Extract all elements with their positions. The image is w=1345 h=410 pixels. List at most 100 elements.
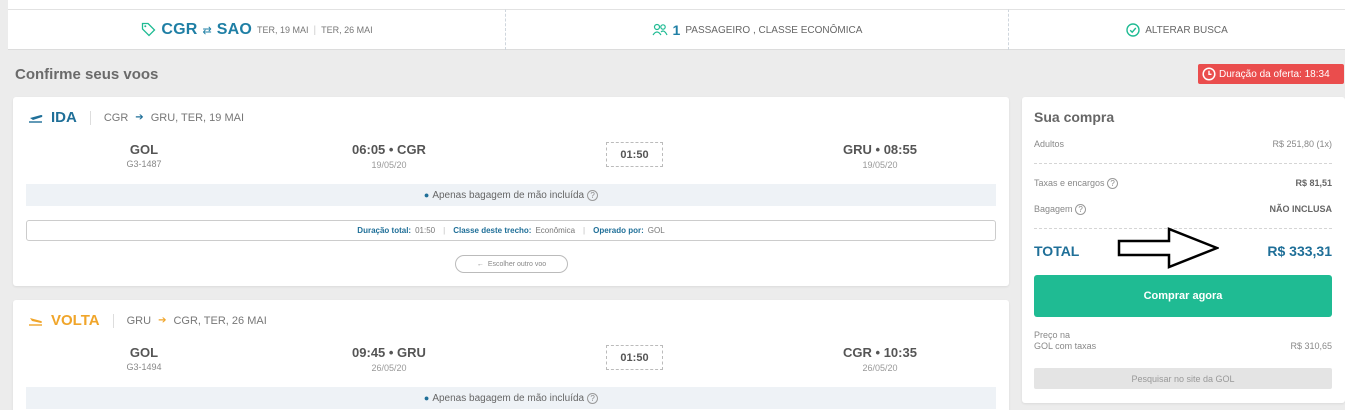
flight-card-ida: IDA CGR ➔ GRU, TER, 19 MAI GOL G3-1487 0… [13, 97, 1009, 286]
divider: | [313, 24, 317, 36]
flight-number: G3-1494 [126, 362, 162, 372]
arrival-info: CGR • 10:35 26/05/20 [800, 345, 960, 373]
bag-icon: ● [423, 393, 430, 403]
baggage-row: Bagagem ? NÃO INCLUSA [1034, 204, 1332, 215]
route-from: CGR [161, 21, 198, 38]
annotation-arrow-icon [1117, 227, 1219, 269]
price-note-value: R$ 310,65 [1290, 341, 1332, 351]
baggage-label: Bagagem [1034, 204, 1073, 214]
leg-title: VOLTA [51, 312, 100, 329]
taxes-label: Taxas e encargos [1034, 178, 1105, 188]
divider: | [583, 226, 586, 235]
help-icon[interactable]: ? [587, 189, 599, 201]
leg-route-to: GRU, TER, 19 MAI [150, 111, 245, 124]
help-icon[interactable]: ? [1107, 178, 1119, 189]
leg-header: IDA CGR ➔ GRU, TER, 19 MAI [28, 109, 244, 126]
flight-card-volta: VOLTA GRU ➔ CGR, TER, 26 MAI GOL G3-1494… [13, 300, 1009, 410]
arrival-info: GRU • 08:55 19/05/20 [800, 142, 960, 170]
alter-search-label: ALTERAR BUSCA [1145, 24, 1228, 36]
route-segment: CGR ⇄ SAO TER, 19 MAI | TER, 26 MAI [8, 9, 505, 50]
taxes-row: Taxas e encargos ? R$ 81,51 [1034, 178, 1332, 189]
divider [112, 313, 114, 328]
passengers-icon [652, 23, 668, 36]
offer-timer-label: Duração da oferta: 18:34 [1219, 68, 1330, 80]
departure-info: 09:45 • GRU 26/05/20 [309, 345, 469, 373]
flight-duration: 01:50 [606, 142, 663, 167]
arrival-time: CGR • 10:35 [843, 345, 917, 360]
search-airline-site-button[interactable]: Pesquisar no site da GOL [1034, 368, 1332, 389]
baggage-info: ● Apenas bagagem de mão incluída ? [26, 387, 996, 409]
price-note-line2: GOL com taxas [1034, 341, 1097, 351]
departure-info: 06:05 • CGR 19/05/20 [309, 142, 469, 170]
passenger-count: 1 [672, 22, 681, 38]
baggage-value: NÃO INCLUSA [1269, 204, 1333, 214]
passengers-segment: 1 PASSAGEIRO , CLASSE ECONÔMICA [505, 9, 1008, 50]
departure-date: 19/05/20 [371, 160, 407, 170]
operated-value: GOL [647, 226, 665, 235]
plane-takeoff-icon [29, 114, 43, 123]
airline-name: GOL [129, 345, 159, 360]
offer-timer-badge: Duração da oferta: 18:34 [1198, 64, 1344, 84]
tag-icon [142, 22, 156, 37]
left-edge [0, 0, 8, 50]
taxes-label-group: Taxas e encargos ? [1034, 178, 1119, 189]
adults-label: Adultos [1034, 139, 1065, 149]
arrow-right-icon: ➔ [135, 112, 144, 123]
date-back: TER, 26 MAI [321, 25, 373, 35]
departure-date: 26/05/20 [371, 363, 407, 373]
clock-icon [1202, 67, 1216, 81]
leg-route-from: CGR [103, 111, 129, 124]
arrival-date: 19/05/20 [862, 160, 898, 170]
class-label: Classe deste trecho: [453, 226, 532, 235]
divider [89, 110, 91, 125]
date-out: TER, 19 MAI [257, 25, 309, 35]
summary-title: Sua compra [1034, 109, 1115, 125]
baggage-text: Apenas bagagem de mão incluída [432, 189, 585, 201]
flight-duration: 01:50 [606, 345, 663, 370]
baggage-info: ● Apenas bagagem de mão incluída ? [26, 184, 996, 206]
divider: | [443, 226, 446, 235]
divider [1034, 163, 1332, 164]
leg-title: IDA [51, 109, 77, 126]
airline-name: GOL [129, 142, 159, 157]
arrow-right-icon: ➔ [158, 315, 167, 326]
adults-value: R$ 251,80 (1x) [1272, 139, 1332, 149]
leg-route-from: GRU [126, 314, 152, 327]
adults-row: Adultos R$ 251,80 (1x) [1034, 139, 1332, 149]
passenger-text: PASSAGEIRO , CLASSE ECONÔMICA [685, 24, 863, 36]
check-circle-icon [1126, 23, 1140, 37]
choose-other-flight-button[interactable]: ← Escolher outro voo [455, 255, 568, 273]
flight-details: Duração total: 01:50 | Classe deste trec… [26, 220, 996, 241]
baggage-label-group: Bagagem ? [1034, 204, 1087, 215]
arrow-left-icon: ← [476, 260, 484, 268]
total-value: R$ 333,31 [1267, 243, 1332, 259]
search-summary-bar: CGR ⇄ SAO TER, 19 MAI | TER, 26 MAI 1 PA… [0, 0, 1345, 50]
taxes-value: R$ 81,51 [1295, 178, 1332, 188]
airline-info: GOL G3-1494 [84, 345, 204, 372]
price-note-line1: Preço na [1034, 330, 1071, 340]
arrival-time: GRU • 08:55 [843, 142, 917, 157]
page-title: Confirme seus voos [15, 66, 159, 83]
plane-landing-icon [29, 317, 42, 326]
buy-now-button[interactable]: Comprar agora [1034, 275, 1332, 317]
operated-label: Operado por: [593, 226, 644, 235]
route-to: SAO [216, 21, 252, 38]
departure-time: 09:45 • GRU [352, 345, 426, 360]
bag-icon: ● [423, 190, 430, 200]
alter-search-button[interactable]: ALTERAR BUSCA [1008, 9, 1345, 50]
help-icon[interactable]: ? [587, 392, 599, 404]
leg-header: VOLTA GRU ➔ CGR, TER, 26 MAI [28, 312, 267, 329]
arrival-date: 26/05/20 [862, 363, 898, 373]
total-duration-value: 01:50 [415, 226, 436, 235]
total-label: TOTAL [1034, 243, 1080, 259]
airline-price-note: Preço na GOL com taxas R$ 310,65 [1034, 330, 1332, 352]
flight-number: G3-1487 [126, 159, 162, 169]
departure-time: 06:05 • CGR [352, 142, 426, 157]
class-value: Econômica [535, 226, 576, 235]
swap-arrows-icon: ⇄ [202, 24, 212, 37]
baggage-text: Apenas bagagem de mão incluída [432, 392, 585, 404]
airline-info: GOL G3-1487 [84, 142, 204, 169]
total-duration-label: Duração total: [357, 226, 412, 235]
help-icon[interactable]: ? [1075, 204, 1087, 215]
leg-route-to: CGR, TER, 26 MAI [173, 314, 267, 327]
